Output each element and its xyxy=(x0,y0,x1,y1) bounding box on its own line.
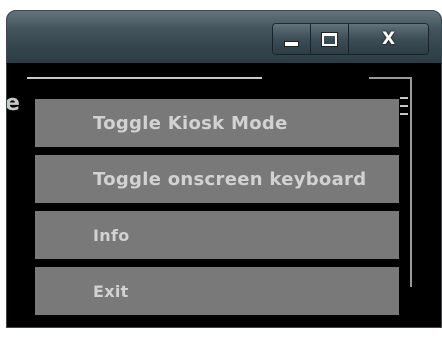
title-bar[interactable]: X xyxy=(7,11,441,63)
background-divider-right xyxy=(369,77,411,79)
scroll-indicator[interactable] xyxy=(399,97,409,123)
menu-item-label: Toggle Kiosk Mode xyxy=(93,112,288,134)
minimize-button[interactable] xyxy=(273,24,311,54)
maximize-icon xyxy=(322,32,337,46)
content-area: e Toggle Kiosk Mode Toggle onscreen keyb… xyxy=(6,69,441,327)
background-divider xyxy=(27,77,262,79)
close-icon: X xyxy=(381,29,396,49)
menu-item-toggle-onscreen-keyboard[interactable]: Toggle onscreen keyboard xyxy=(35,155,399,203)
caption-buttons: X xyxy=(272,23,429,55)
menu-item-label: Toggle onscreen keyboard xyxy=(93,168,367,190)
context-menu: Toggle Kiosk Mode Toggle onscreen keyboa… xyxy=(35,99,399,323)
maximize-button[interactable] xyxy=(311,24,349,54)
menu-item-label: Exit xyxy=(93,281,129,301)
background-text-fragment: e xyxy=(6,91,20,116)
app-window: X e Toggle Kiosk Mode Toggle onscreen ke… xyxy=(6,10,442,328)
menu-item-info[interactable]: Info xyxy=(35,211,399,259)
close-button[interactable]: X xyxy=(349,24,428,54)
background-vertical-border xyxy=(410,77,412,287)
menu-item-toggle-kiosk-mode[interactable]: Toggle Kiosk Mode xyxy=(35,99,399,147)
menu-item-label: Info xyxy=(93,225,130,245)
minimize-icon xyxy=(285,41,298,46)
menu-item-exit[interactable]: Exit xyxy=(35,267,399,315)
